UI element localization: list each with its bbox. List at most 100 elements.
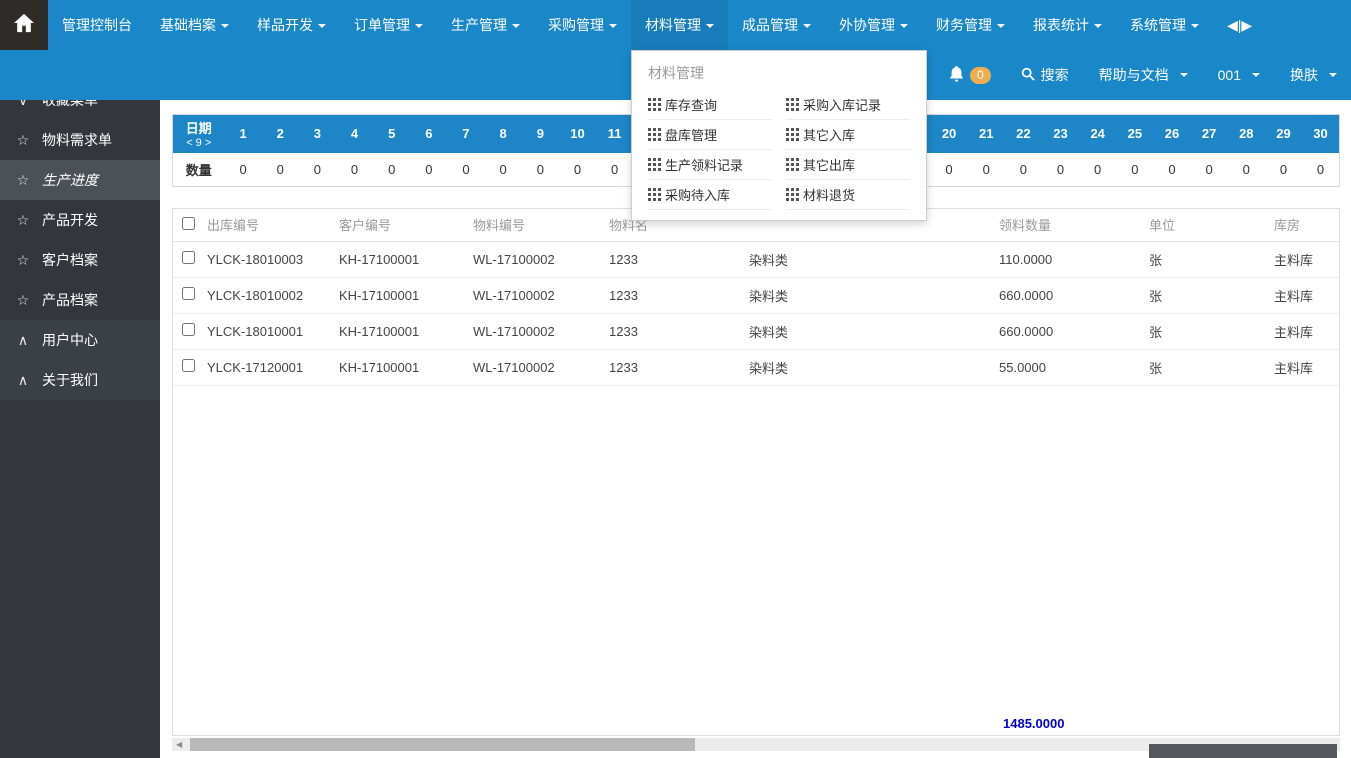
- calendar-qty-cell: 0: [1005, 153, 1042, 187]
- dropdown-item[interactable]: 生产领料记录: [648, 150, 772, 180]
- table-row[interactable]: YLCK-17120001KH-17100001WL-171000021233染…: [173, 349, 1339, 385]
- row-checkbox[interactable]: [182, 323, 195, 336]
- star-icon: ☆: [15, 292, 31, 309]
- calendar-day-cell: 29: [1265, 115, 1302, 153]
- sidebar-item-2[interactable]: ☆生产进度: [0, 160, 160, 200]
- row-checkbox[interactable]: [182, 251, 195, 264]
- nav-item-1[interactable]: 基础档案: [146, 0, 243, 50]
- nav-item-7[interactable]: 成品管理: [728, 0, 825, 50]
- sidebar-item-7[interactable]: ∧关于我们: [0, 360, 160, 400]
- calendar-qty-cell: 0: [1191, 153, 1228, 187]
- grid-icon: [648, 158, 651, 161]
- caret-down-icon: [997, 24, 1005, 28]
- caret-down-icon: [415, 24, 423, 28]
- caret-down-icon: [900, 24, 908, 28]
- table-cell: 染料类: [745, 277, 885, 313]
- calendar-day-cell: 22: [1005, 115, 1042, 153]
- calendar-qty-cell: 0: [968, 153, 1005, 187]
- table-row[interactable]: YLCK-18010003KH-17100001WL-171000021233染…: [173, 241, 1339, 277]
- table-cell: 主料库: [1270, 277, 1339, 313]
- calendar-qty-cell: 0: [596, 153, 633, 187]
- dropdown-item[interactable]: 盘库管理: [648, 120, 772, 150]
- data-grid-panel: 出库编号客户编号物料编号物料名领料数量单位库房 YLCK-18010003KH-…: [172, 208, 1340, 736]
- dropdown-item[interactable]: 采购待入库: [648, 180, 772, 210]
- sidebar-item-3[interactable]: ☆产品开发: [0, 200, 160, 240]
- table-cell: 主料库: [1270, 241, 1339, 277]
- sidebar-item-label: 生产进度: [42, 170, 98, 190]
- dropdown-title: 材料管理: [648, 63, 910, 83]
- nav-item-label: 成品管理: [742, 17, 798, 33]
- nav-item-4[interactable]: 生产管理: [437, 0, 534, 50]
- sidebar-item-label: 客户档案: [42, 250, 98, 270]
- calendar-qty-cell: 0: [1116, 153, 1153, 187]
- dropdown-item[interactable]: 其它入库: [786, 120, 910, 150]
- calendar-qty-cell: 0: [559, 153, 596, 187]
- nav-item-5[interactable]: 采购管理: [534, 0, 631, 50]
- caret-down-icon: [706, 24, 714, 28]
- scroll-left-arrow-icon[interactable]: ◀: [176, 740, 182, 750]
- calendar-day-cell: 11: [596, 115, 633, 153]
- column-header: 单位: [1145, 209, 1270, 241]
- dropdown-item[interactable]: 库存查询: [648, 90, 772, 120]
- calendar-day-cell: 1: [225, 115, 262, 153]
- nav-item-9[interactable]: 财务管理: [922, 0, 1019, 50]
- table-cell: 1233: [605, 349, 745, 385]
- nav-item-12[interactable]: ◀|▶: [1213, 0, 1266, 50]
- grid-icon: [786, 98, 789, 101]
- grid-icon: [786, 158, 789, 161]
- select-all-checkbox[interactable]: [182, 217, 195, 230]
- nav-item-0[interactable]: 管理控制台: [48, 0, 146, 50]
- chevron-down-icon: ∨: [15, 100, 31, 109]
- calendar-day-cell: 30: [1302, 115, 1339, 153]
- scrollbar-thumb[interactable]: [190, 738, 695, 751]
- dropdown-item[interactable]: 采购入库记录: [786, 90, 910, 120]
- skin-menu[interactable]: 换肤: [1290, 65, 1337, 85]
- notifications-button[interactable]: 0: [949, 66, 991, 85]
- calendar-qty-cell: 0: [373, 153, 410, 187]
- sidebar-item-1[interactable]: ☆物料需求单: [0, 120, 160, 160]
- grid-icon: [786, 128, 789, 131]
- calendar-day-cell: 4: [336, 115, 373, 153]
- table-cell: KH-17100001: [335, 313, 469, 349]
- calendar-day-cell: 3: [299, 115, 336, 153]
- caret-down-icon: [1180, 73, 1188, 77]
- calendar-qty-cell: 0: [485, 153, 522, 187]
- dropdown-item[interactable]: 其它出库: [786, 150, 910, 180]
- table-cell: WL-17100002: [469, 241, 605, 277]
- home-button[interactable]: [0, 0, 48, 50]
- table-cell: 染料类: [745, 241, 885, 277]
- nav-item-2[interactable]: 样品开发: [243, 0, 340, 50]
- nav-item-8[interactable]: 外协管理: [825, 0, 922, 50]
- table-row[interactable]: YLCK-18010001KH-17100001WL-171000021233染…: [173, 313, 1339, 349]
- calendar-qty-cell: 0: [262, 153, 299, 187]
- calendar-pager[interactable]: < 9 >: [174, 137, 224, 149]
- sidebar-item-4[interactable]: ☆客户档案: [0, 240, 160, 280]
- row-checkbox[interactable]: [182, 287, 195, 300]
- nav-item-6[interactable]: 材料管理材料管理库存查询盘库管理生产领料记录采购待入库采购入库记录其它入库其它出…: [631, 0, 728, 50]
- dropdown-column: 采购入库记录其它入库其它出库材料退货: [786, 90, 910, 210]
- table-cell: 55.0000: [995, 349, 1145, 385]
- bell-icon: [949, 66, 964, 85]
- row-checkbox[interactable]: [182, 359, 195, 372]
- sidebar-item-6[interactable]: ∧用户中心: [0, 320, 160, 360]
- sidebar-item-0[interactable]: ∨收藏菜单: [0, 100, 160, 120]
- user-menu[interactable]: 001: [1218, 67, 1260, 83]
- help-menu[interactable]: 帮助与文档: [1099, 65, 1188, 85]
- star-icon: ☆: [15, 132, 31, 149]
- calendar-qty-cell: 0: [930, 153, 967, 187]
- table-body: YLCK-18010003KH-17100001WL-171000021233染…: [173, 241, 1339, 385]
- nav-item-10[interactable]: 报表统计: [1019, 0, 1116, 50]
- table-cell: WL-17100002: [469, 313, 605, 349]
- dropdown-columns: 库存查询盘库管理生产领料记录采购待入库采购入库记录其它入库其它出库材料退货: [648, 90, 910, 210]
- search-button[interactable]: 搜索: [1021, 65, 1069, 85]
- calendar-day-cell: 23: [1042, 115, 1079, 153]
- dropdown-item[interactable]: 材料退货: [786, 180, 910, 210]
- nav-item-11[interactable]: 系统管理: [1116, 0, 1213, 50]
- nav-item-3[interactable]: 订单管理: [340, 0, 437, 50]
- caret-down-icon: [318, 24, 326, 28]
- total-quantity: 1485.0000: [1003, 716, 1064, 731]
- sidebar-item-5[interactable]: ☆产品档案: [0, 280, 160, 320]
- table-row[interactable]: YLCK-18010002KH-17100001WL-171000021233染…: [173, 277, 1339, 313]
- calendar-day-cell: 25: [1116, 115, 1153, 153]
- table-cell: 660.0000: [995, 277, 1145, 313]
